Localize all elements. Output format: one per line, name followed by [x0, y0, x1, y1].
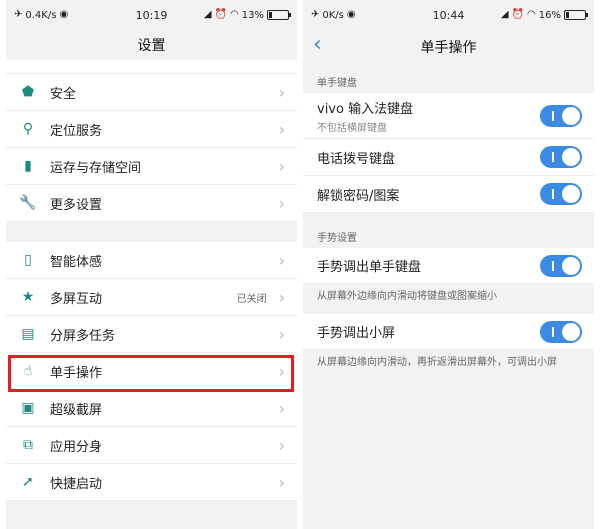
- settings-item-label: 超级截屏: [50, 402, 103, 418]
- keyboard-item-label: 解锁密码/图案: [317, 188, 400, 204]
- one-hand-screen: ✈ 0K/s ◉ 10:44 ◢ ⏰ ◠ 16% ‹ 单手操作 单手键盘 viv…: [303, 0, 594, 529]
- gesture-keyboard-row[interactable]: 手势调出单手键盘: [303, 248, 594, 284]
- airplane-icon: ✈: [14, 9, 23, 20]
- settings-item-label: 应用分身: [50, 439, 103, 455]
- chevron-right-icon: ›: [278, 193, 285, 213]
- mute-icon: ◢: [500, 9, 509, 20]
- network-speed: 0.4K/s: [25, 9, 57, 21]
- gesture-small-screen-row[interactable]: 手势调出小屏: [303, 314, 594, 350]
- settings-item[interactable]: ▯ 智能体感 ›: [6, 242, 297, 279]
- settings-item-label: 快捷启动: [50, 476, 103, 492]
- settings-group-1: ⬟ 安全 › ⚲ 定位服务 › ▮ 运存与存储空间 › 🔧 更多设置 ›: [6, 60, 297, 222]
- section-label-gesture: 手势设置: [317, 233, 357, 244]
- alarm-icon: ⏰: [214, 9, 228, 20]
- settings-item-label: 单手操作: [50, 365, 103, 381]
- settings-group-2: ▯ 智能体感 › ★ 多屏互动 已关闭 › ▤ 分屏多任务 › ☝ 单手操作 › ▣ 超级截屏 › ⧉ 应用分身 ›…: [6, 242, 297, 501]
- weibo-icon: ◉: [59, 9, 69, 20]
- back-arrow-icon[interactable]: ‹: [313, 32, 322, 58]
- gesture-small-screen-desc: 从屏幕边缘向内滑动，再折返滑出屏幕外，可调出小屏: [317, 357, 557, 368]
- settings-item[interactable]: ▣ 超级截屏 ›: [6, 390, 297, 427]
- keyboard-item-label: vivo 输入法键盘: [317, 101, 414, 117]
- battery-icon: [564, 10, 588, 20]
- gesture-keyboard-desc: 从屏幕外边缘向内滑动将键盘或图案缩小: [317, 291, 497, 302]
- settings-item[interactable]: ▤ 分屏多任务 ›: [6, 316, 297, 353]
- chevron-right-icon: ›: [278, 287, 285, 307]
- hand-tap-icon: ☝: [23, 363, 33, 379]
- alarm-icon: ⏰: [511, 9, 525, 20]
- chevron-right-icon: ›: [278, 250, 285, 270]
- chevron-right-icon: ›: [278, 361, 285, 381]
- keyboard-item-label: 电话拨号键盘: [317, 151, 396, 167]
- wifi-icon: ◠: [527, 9, 536, 20]
- chevron-right-icon: ›: [278, 324, 285, 344]
- settings-item-value: 已关闭: [236, 293, 267, 305]
- settings-item[interactable]: ➚ 快捷启动 ›: [6, 464, 297, 501]
- sd-card-icon: ▮: [24, 158, 32, 174]
- section-label-keyboard: 单手键盘: [317, 78, 357, 89]
- keyboard-item-toggle[interactable]: [540, 183, 582, 205]
- settings-item-label: 运存与存储空间: [50, 160, 142, 176]
- weibo-icon: ◉: [346, 9, 356, 20]
- page-title: 设置: [6, 30, 297, 60]
- chevron-right-icon: ›: [278, 156, 285, 176]
- partial-row: [6, 60, 297, 74]
- settings-item-label: 安全: [50, 86, 77, 102]
- phone-shake-icon: ▯: [24, 252, 32, 268]
- keyboard-item-toggle[interactable]: [540, 146, 582, 168]
- airplane-icon: ✈: [311, 9, 320, 20]
- wrench-icon: 🔧: [19, 195, 37, 211]
- settings-item[interactable]: 🔧 更多设置 ›: [6, 185, 297, 222]
- keyboard-item-row[interactable]: 电话拨号键盘: [303, 139, 594, 176]
- keyboard-item-row[interactable]: vivo 输入法键盘不包括横屏键盘: [303, 93, 594, 139]
- gesture-small-screen-toggle[interactable]: [540, 320, 582, 343]
- keyboard-item-row[interactable]: 解锁密码/图案: [303, 176, 594, 213]
- chevron-right-icon: ›: [278, 82, 285, 102]
- settings-item[interactable]: ★ 多屏互动 已关闭 ›: [6, 279, 297, 316]
- settings-item-label: 分屏多任务: [50, 328, 116, 344]
- screenshot-icon: ▣: [21, 400, 35, 416]
- settings-item-label: 多屏互动: [50, 291, 103, 307]
- split-screen-icon: ▤: [21, 326, 35, 342]
- gesture-keyboard-toggle[interactable]: [540, 254, 582, 277]
- shield-icon: ⬟: [21, 84, 35, 100]
- group-divider: [6, 222, 297, 242]
- chevron-right-icon: ›: [278, 398, 285, 418]
- gesture-small-screen-label: 手势调出小屏: [317, 326, 396, 341]
- settings-item[interactable]: ⧉ 应用分身 ›: [6, 427, 297, 464]
- settings-item-label: 更多设置: [50, 197, 103, 213]
- settings-item[interactable]: ☝ 单手操作 ›: [6, 353, 297, 390]
- chevron-right-icon: ›: [278, 119, 285, 139]
- keyboard-item-sublabel: 不包括横屏键盘: [317, 122, 387, 134]
- quick-launch-icon: ➚: [22, 474, 34, 490]
- battery-icon: [267, 10, 291, 20]
- settings-item-label: 智能体感: [50, 254, 103, 270]
- page-title: 单手操作: [420, 40, 477, 56]
- title-bar: ‹ 单手操作: [303, 30, 594, 64]
- settings-screen: ✈ 0.4K/s ◉ 10:19 ◢ ⏰ ◠ 13% 设置 ⬟ 安全 › ⚲ 定位服务 ›…: [6, 0, 297, 529]
- mute-icon: ◢: [203, 9, 212, 20]
- wifi-icon: ◠: [230, 9, 239, 20]
- battery-percent: 13%: [241, 9, 264, 21]
- star-screen-icon: ★: [21, 289, 35, 305]
- network-speed: 0K/s: [322, 9, 344, 21]
- settings-item-label: 定位服务: [50, 123, 103, 139]
- status-bar: ✈ 0.4K/s ◉ 10:19 ◢ ⏰ ◠ 13%: [6, 0, 297, 30]
- chevron-right-icon: ›: [278, 472, 285, 492]
- settings-item[interactable]: ⚲ 定位服务 ›: [6, 111, 297, 148]
- chevron-right-icon: ›: [278, 435, 285, 455]
- location-pin-icon: ⚲: [22, 121, 34, 137]
- keyboard-item-toggle[interactable]: [540, 104, 582, 127]
- settings-item[interactable]: ▮ 运存与存储空间 ›: [6, 148, 297, 185]
- battery-percent: 16%: [538, 9, 561, 21]
- gesture-keyboard-label: 手势调出单手键盘: [317, 260, 422, 275]
- settings-item[interactable]: ⬟ 安全 ›: [6, 74, 297, 111]
- clone-app-icon: ⧉: [23, 437, 33, 453]
- status-bar: ✈ 0K/s ◉ 10:44 ◢ ⏰ ◠ 16%: [303, 0, 594, 30]
